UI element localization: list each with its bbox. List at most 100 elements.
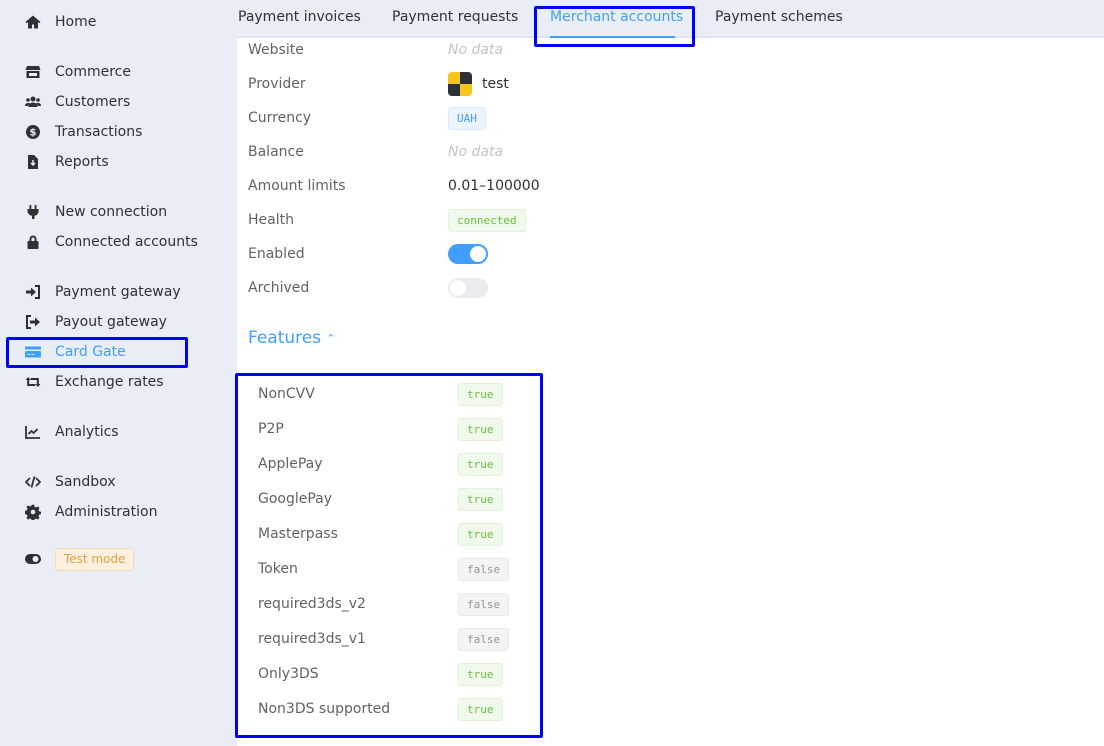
sidebar-item-label: Transactions <box>55 124 143 140</box>
sidebar-item-label: Sandbox <box>55 474 116 490</box>
detail-row-provider: Provider test <box>248 72 509 96</box>
feature-row: Masterpass true <box>258 522 503 546</box>
health-status-badge: connected <box>448 208 526 232</box>
toggle-knob <box>450 280 466 296</box>
sidebar-item-label: Exchange rates <box>55 374 164 390</box>
detail-label: Enabled <box>248 246 305 262</box>
features-section-toggle[interactable]: Features ⌃ <box>248 328 335 348</box>
detail-row-enabled: Enabled <box>248 243 488 265</box>
tab-payment-invoices[interactable]: Payment invoices <box>238 9 361 25</box>
lock-icon <box>24 234 42 250</box>
sidebar-item-home[interactable]: Home <box>24 11 96 33</box>
feature-value-badge: false <box>458 627 510 651</box>
sidebar-item-administration[interactable]: Administration <box>24 501 157 523</box>
detail-row-archived: Archived <box>248 277 488 299</box>
feature-name: Only3DS <box>258 666 319 682</box>
feature-row: GooglePay true <box>258 487 503 511</box>
credit-card-icon <box>24 344 42 360</box>
sidebar-item-sandbox[interactable]: Sandbox <box>24 471 116 493</box>
detail-row-currency: Currency UAH <box>248 106 486 130</box>
feature-name: required3ds_v2 <box>258 596 366 612</box>
sidebar-item-payout-gateway[interactable]: Payout gateway <box>24 311 167 333</box>
merchant-account-details: Website No data Provider test Currency U… <box>237 38 1104 746</box>
feature-name: NonCVV <box>258 386 315 402</box>
sidebar-item-analytics[interactable]: Analytics <box>24 421 119 443</box>
detail-label: Balance <box>248 144 304 160</box>
sidebar-item-reports[interactable]: Reports <box>24 151 109 173</box>
sidebar-item-exchange-rates[interactable]: Exchange rates <box>24 371 164 393</box>
sidebar-item-label: New connection <box>55 204 168 220</box>
feature-row: required3ds_v1 false <box>258 627 510 651</box>
sidebar-item-card-gate[interactable]: Card Gate <box>24 341 126 363</box>
provider-logo-icon <box>448 72 472 96</box>
feature-value-badge: true <box>458 452 503 476</box>
sidebar-item-commerce[interactable]: Commerce <box>24 61 131 83</box>
detail-row-amount-limits: Amount limits 0.01–100000 <box>248 175 540 197</box>
detail-row-health: Health connected <box>248 208 526 232</box>
store-icon <box>24 64 42 80</box>
feature-name: Masterpass <box>258 526 338 542</box>
sidebar-item-connected-accounts[interactable]: Connected accounts <box>24 231 198 253</box>
feature-name: Token <box>258 561 298 577</box>
feature-value-badge: false <box>458 557 510 581</box>
sidebar-item-label: Card Gate <box>55 344 126 360</box>
svg-text:$: $ <box>30 128 37 139</box>
test-mode-badge: Test mode <box>55 547 135 571</box>
feature-row: required3ds_v2 false <box>258 592 510 616</box>
sidebar-item-customers[interactable]: Customers <box>24 91 130 113</box>
sidebar-item-label: Home <box>55 14 97 30</box>
feature-value-badge: true <box>458 697 503 721</box>
feature-name: P2P <box>258 421 284 437</box>
toggle-icon <box>24 551 42 567</box>
detail-label: Archived <box>248 280 310 296</box>
feature-value-badge: false <box>458 592 510 616</box>
detail-label: Health <box>248 212 294 228</box>
sidebar-item-label: Commerce <box>55 64 131 80</box>
sidebar: Home Commerce Customers $ Transactions R… <box>0 0 237 746</box>
plug-icon <box>24 204 42 220</box>
feature-name: Non3DS supported <box>258 701 391 717</box>
website-value: No data <box>448 42 504 58</box>
gear-icon <box>24 504 42 520</box>
archived-toggle[interactable] <box>448 278 488 298</box>
enabled-toggle[interactable] <box>448 244 488 264</box>
test-mode-toggle[interactable]: Test mode <box>24 547 135 571</box>
sidebar-item-label: Customers <box>55 94 131 110</box>
sidebar-item-label: Payment gateway <box>55 284 181 300</box>
detail-row-balance: Balance No data <box>248 141 503 163</box>
amount-limits-value: 0.01–100000 <box>448 178 540 194</box>
home-icon <box>24 14 42 30</box>
sidebar-item-label: Analytics <box>55 424 119 440</box>
detail-label: Currency <box>248 110 312 126</box>
tab-merchant-accounts[interactable]: Merchant accounts <box>550 9 683 25</box>
feature-name: ApplePay <box>258 456 323 472</box>
provider-value[interactable]: test <box>482 76 509 92</box>
sidebar-item-payment-gateway[interactable]: Payment gateway <box>24 281 181 303</box>
chart-line-icon <box>24 424 42 440</box>
tab-payment-schemes[interactable]: Payment schemes <box>715 9 843 25</box>
sidebar-item-label: Reports <box>55 154 109 170</box>
sign-in-icon <box>24 284 42 300</box>
feature-value-badge: true <box>458 382 503 406</box>
sign-out-icon <box>24 314 42 330</box>
feature-row: Non3DS supported true <box>258 697 503 721</box>
feature-value-badge: true <box>458 662 503 686</box>
feature-value-badge: true <box>458 417 503 441</box>
sidebar-item-new-connection[interactable]: New connection <box>24 201 167 223</box>
detail-label: Provider <box>248 76 306 92</box>
feature-row: P2P true <box>258 417 503 441</box>
features-title: Features <box>248 328 322 348</box>
feature-name: required3ds_v1 <box>258 631 366 647</box>
sidebar-item-label: Connected accounts <box>55 234 198 250</box>
feature-row: ApplePay true <box>258 452 503 476</box>
sidebar-item-label: Administration <box>55 504 158 520</box>
code-icon <box>24 474 42 490</box>
toggle-knob <box>470 246 486 262</box>
detail-label: Website <box>248 42 304 58</box>
currency-tag: UAH <box>448 106 486 130</box>
sidebar-item-transactions[interactable]: $ Transactions <box>24 121 142 143</box>
feature-value-badge: true <box>458 522 503 546</box>
feature-row: NonCVV true <box>258 382 503 406</box>
tab-payment-requests[interactable]: Payment requests <box>392 9 518 25</box>
sidebar-item-label: Payout gateway <box>55 314 167 330</box>
